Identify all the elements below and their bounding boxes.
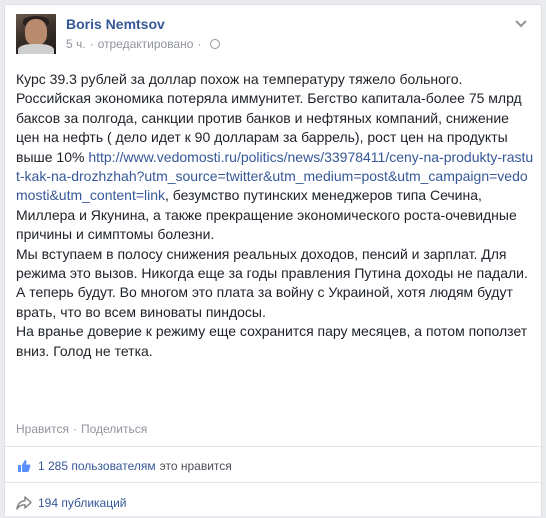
post-text: Мы вступаем в полосу снижения реальных д… xyxy=(16,245,528,320)
post-actions: Нравится · Поделиться xyxy=(16,422,147,436)
likes-count[interactable]: 1 285 пользователям xyxy=(38,459,156,473)
meta-separator: · xyxy=(89,37,94,51)
post-paragraph: На вранье доверие к режиму еще сохранитс… xyxy=(16,322,536,361)
divider xyxy=(5,446,541,447)
post-text: На вранье доверие к режиму еще сохранитс… xyxy=(16,323,528,359)
edited-label[interactable]: отредактировано xyxy=(98,37,194,51)
thumbs-up-icon xyxy=(16,458,32,474)
avatar-shirt xyxy=(18,44,54,54)
post-body: Курс 39.3 рублей за доллар похож на темп… xyxy=(16,70,536,361)
globe-icon[interactable] xyxy=(210,39,221,49)
meta-separator: · xyxy=(197,37,202,51)
avatar-face xyxy=(25,19,47,45)
post-card: Boris Nemtsov 5 ч. · отредактировано · К… xyxy=(4,4,542,516)
actions-separator: · xyxy=(72,422,77,436)
likes-suffix: это нравится xyxy=(159,459,232,473)
share-arrow-icon xyxy=(16,495,32,511)
shares-row: 194 публикаций xyxy=(16,488,531,518)
likes-row: 1 285 пользователям это нравится xyxy=(16,451,531,481)
post-meta: 5 ч. · отредактировано · xyxy=(66,37,221,51)
post-time[interactable]: 5 ч. xyxy=(66,37,86,51)
post-paragraph: Мы вступаем в полосу снижения реальных д… xyxy=(16,245,536,323)
divider xyxy=(5,482,541,483)
author-name[interactable]: Boris Nemtsov xyxy=(66,16,165,32)
chevron-down-icon[interactable] xyxy=(513,18,529,30)
post-paragraph: Курс 39.3 рублей за доллар похож на темп… xyxy=(16,70,536,245)
shares-count[interactable]: 194 публикаций xyxy=(38,496,127,510)
avatar[interactable] xyxy=(16,14,56,54)
like-link[interactable]: Нравится xyxy=(16,422,69,436)
share-link[interactable]: Поделиться xyxy=(81,422,147,436)
post-header: Boris Nemtsov 5 ч. · отредактировано · xyxy=(16,14,531,62)
